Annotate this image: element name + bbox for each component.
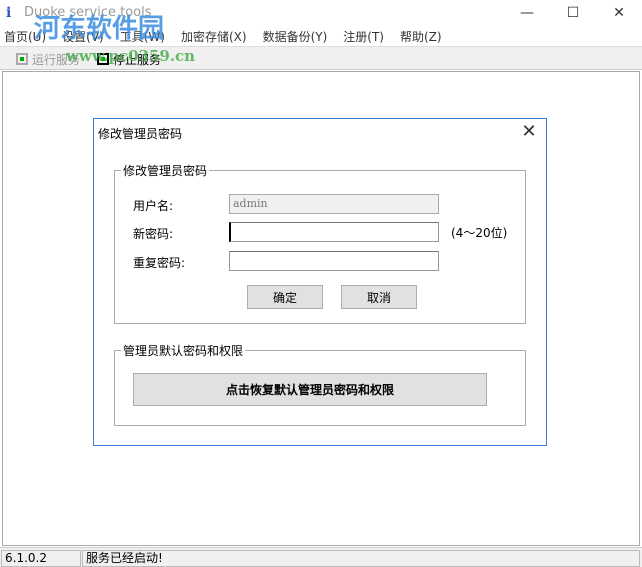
password-length-hint: (4～20位) (451, 226, 508, 240)
menu-register[interactable]: 注册(T) (335, 26, 392, 46)
menu-encrypted-storage[interactable]: 加密存储(X) (173, 26, 255, 46)
version-label: 6.1.0.2 (1, 550, 81, 567)
maximize-button[interactable]: ☐ (550, 0, 596, 26)
menu-help[interactable]: 帮助(Z) (392, 26, 450, 46)
status-bar: 6.1.0.2 服务已经启动! (0, 547, 642, 567)
menu-data-backup[interactable]: 数据备份(Y) (255, 26, 336, 46)
repeat-password-field[interactable] (229, 251, 439, 271)
change-password-dialog: 修改管理员密码 ✕ 修改管理员密码 用户名: admin 新密码: (4～20位… (93, 118, 547, 446)
status-message: 服务已经启动! (82, 550, 640, 567)
play-icon (16, 53, 28, 65)
group-title: 管理员默认密码和权限 (121, 342, 246, 359)
new-password-field[interactable] (229, 222, 439, 242)
repeat-password-label: 重复密码: (133, 256, 186, 270)
dialog-title: 修改管理员密码 (98, 127, 183, 141)
new-password-label: 新密码: (133, 227, 174, 241)
default-password-group: 管理员默认密码和权限 点击恢复默认管理员密码和权限 (114, 342, 526, 426)
dialog-close-icon[interactable]: ✕ (518, 121, 540, 142)
username-label: 用户名: (133, 199, 174, 213)
ok-button[interactable]: 确定 (247, 285, 323, 309)
watermark-url: www.pc0359.cn (66, 47, 196, 65)
username-field: admin (229, 194, 439, 214)
restore-default-button[interactable]: 点击恢复默认管理员密码和权限 (133, 373, 487, 406)
minimize-button[interactable]: — (504, 0, 550, 26)
cancel-button[interactable]: 取消 (341, 285, 417, 309)
close-button[interactable]: ✕ (596, 0, 642, 26)
change-password-group: 修改管理员密码 用户名: admin 新密码: (4～20位) 重复密码: 确定… (114, 162, 526, 324)
watermark-logo: 河东软件园 (34, 14, 165, 44)
group-title: 修改管理员密码 (121, 162, 210, 179)
app-info-icon: i (6, 5, 12, 21)
